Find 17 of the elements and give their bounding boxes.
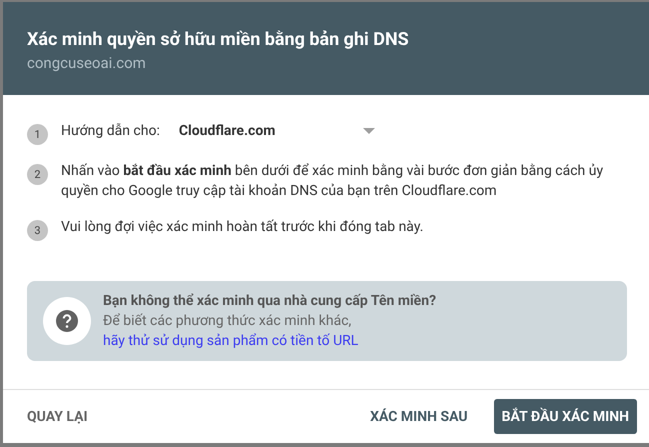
info-title: Bạn không thể xác minh qua nhà cung cấp Tên miền? bbox=[103, 292, 436, 311]
caret-icon bbox=[362, 128, 375, 134]
url-prefix-link[interactable]: hãy thử sử dụng sản phẩm có tiền tố URL bbox=[103, 331, 436, 351]
help-icon bbox=[43, 297, 91, 345]
later-button[interactable]: XÁC MINH SAU bbox=[364, 399, 474, 434]
domain-subtitle: congcuseoai.com bbox=[27, 53, 147, 74]
step-number: 3 bbox=[27, 220, 48, 241]
step-text: Nhấn vào bắt đầu xác minh bên dưới để xác minh bằng vài bước đơn giản bằng cách ủy quyền cho Google truy cập tài khoản DNS của bạn trên Cloudflare.com bbox=[61, 162, 604, 201]
back-button[interactable]: QUAY LẠI bbox=[27, 399, 88, 434]
info-text: Để biết các phương thức xác minh khác, bbox=[103, 312, 352, 331]
step-text: Vui lòng đợi việc xác minh hoàn tất trước khi đóng tab này. bbox=[61, 218, 424, 237]
step-label: Hướng dẫn cho: bbox=[61, 122, 160, 141]
dialog-title: Xác minh quyền sở hữu miền bằng bản ghi DNS bbox=[27, 28, 410, 52]
step-number: 2 bbox=[27, 164, 48, 185]
step-number: 1 bbox=[27, 124, 48, 145]
start-button[interactable]: BẮT ĐẦU XÁC MINH bbox=[494, 399, 637, 434]
provider-dropdown[interactable]: Cloudflare.com bbox=[178, 123, 375, 139]
